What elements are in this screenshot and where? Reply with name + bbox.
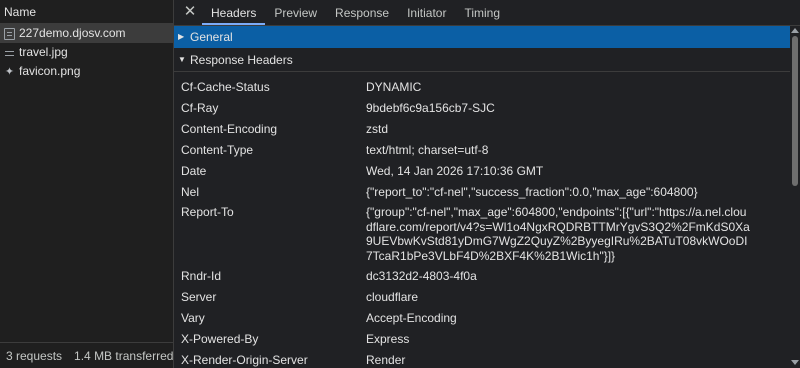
request-name: travel.jpg: [19, 45, 68, 59]
request-name: 227demo.djosv.com: [19, 26, 126, 40]
header-value: {"group":"cf-nel","max_age":604800,"endp…: [366, 205, 750, 263]
scrollbar-thumb[interactable]: [792, 36, 798, 186]
details-tabbar: ✕ Headers Preview Response Initiator Tim…: [174, 0, 800, 26]
name-column-header[interactable]: Name: [0, 0, 173, 24]
header-row: Cf-Ray 9bdebf6c9a156cb7-SJC: [174, 98, 800, 119]
header-row: X-Render-Origin-Server Render: [174, 350, 800, 368]
header-value: dc3132d2-4803-4f0a: [366, 269, 477, 283]
request-list-panel: Name 227demo.djosv.com travel.jpg ✦ favi…: [0, 0, 174, 368]
header-name: Server: [181, 290, 217, 304]
header-value: zstd: [366, 122, 389, 136]
header-value: cloudflare: [366, 290, 419, 304]
tab-preview[interactable]: Preview: [265, 0, 326, 25]
header-value: Wed, 14 Jan 2026 17:10:36 GMT: [366, 164, 544, 178]
devtools-network-panel: Name 227demo.djosv.com travel.jpg ✦ favi…: [0, 0, 800, 368]
header-row: Content-Type text/html; charset=utf-8: [174, 140, 800, 161]
scroll-down-arrow-icon[interactable]: [791, 360, 799, 365]
header-name: Vary: [181, 311, 205, 325]
tab-response[interactable]: Response: [326, 0, 398, 25]
header-value: 9bdebf6c9a156cb7-SJC: [366, 101, 495, 115]
tab-timing[interactable]: Timing: [455, 0, 509, 25]
header-name: X-Render-Origin-Server: [181, 353, 308, 367]
request-item-image[interactable]: travel.jpg: [0, 43, 173, 62]
image-icon: [4, 47, 15, 59]
header-value: text/html; charset=utf-8: [366, 143, 489, 157]
header-row: Vary Accept-Encoding: [174, 308, 800, 329]
request-name: favicon.png: [19, 64, 81, 78]
header-name: X-Powered-By: [181, 332, 259, 346]
header-name: Cf-Ray: [181, 101, 219, 115]
header-name: Cf-Cache-Status: [181, 80, 270, 94]
header-row: Rndr-Id dc3132d2-4803-4f0a: [174, 266, 800, 287]
header-value: Accept-Encoding: [366, 311, 457, 325]
header-name: Content-Type: [181, 143, 254, 157]
section-label: General: [190, 30, 233, 44]
header-name: Content-Encoding: [181, 122, 278, 136]
header-row: X-Powered-By Express: [174, 329, 800, 350]
transferred-size: 1.4 MB transferred: [74, 348, 174, 363]
response-headers-list: Cf-Cache-Status DYNAMIC Cf-Ray 9bdebf6c9…: [174, 72, 800, 368]
document-icon: [4, 27, 15, 40]
vertical-scrollbar[interactable]: [790, 26, 800, 368]
tab-initiator[interactable]: Initiator: [398, 0, 455, 25]
general-section-header[interactable]: ▶ General: [174, 26, 800, 48]
request-item-favicon[interactable]: ✦ favicon.png: [0, 62, 173, 81]
header-row: Server cloudflare: [174, 287, 800, 308]
request-details-panel: ✕ Headers Preview Response Initiator Tim…: [174, 0, 800, 368]
header-value: DYNAMIC: [366, 80, 422, 94]
network-summary-bar: 3 requests 1.4 MB transferred: [0, 342, 173, 368]
close-icon[interactable]: ✕: [178, 0, 202, 25]
scroll-up-arrow-icon[interactable]: [791, 28, 799, 33]
response-headers-section-header[interactable]: ▼ Response Headers: [174, 49, 800, 72]
header-row: Date Wed, 14 Jan 2026 17:10:36 GMT: [174, 161, 800, 182]
section-label: Response Headers: [190, 53, 293, 67]
header-row: Nel {"report_to":"cf-nel","success_fract…: [174, 182, 800, 203]
header-name: Nel: [181, 185, 200, 199]
header-name: Report-To: [181, 205, 234, 219]
header-name: Rndr-Id: [181, 269, 222, 283]
header-row: Content-Encoding zstd: [174, 119, 800, 140]
favicon-icon: ✦: [4, 65, 15, 78]
header-value: Render: [366, 353, 406, 367]
header-row: Cf-Cache-Status DYNAMIC: [174, 77, 800, 98]
header-value: {"report_to":"cf-nel","success_fraction"…: [366, 185, 698, 199]
header-name: Date: [181, 164, 207, 178]
request-list: 227demo.djosv.com travel.jpg ✦ favicon.p…: [0, 24, 173, 81]
request-count: 3 requests: [6, 348, 63, 363]
tab-headers[interactable]: Headers: [202, 0, 266, 25]
collapse-triangle-icon: ▼: [178, 55, 186, 64]
expand-triangle-icon: ▶: [178, 32, 185, 41]
request-item-document[interactable]: 227demo.djosv.com: [0, 24, 173, 43]
header-row: Report-To {"group":"cf-nel","max_age":60…: [174, 203, 800, 266]
header-value: Express: [366, 332, 410, 346]
